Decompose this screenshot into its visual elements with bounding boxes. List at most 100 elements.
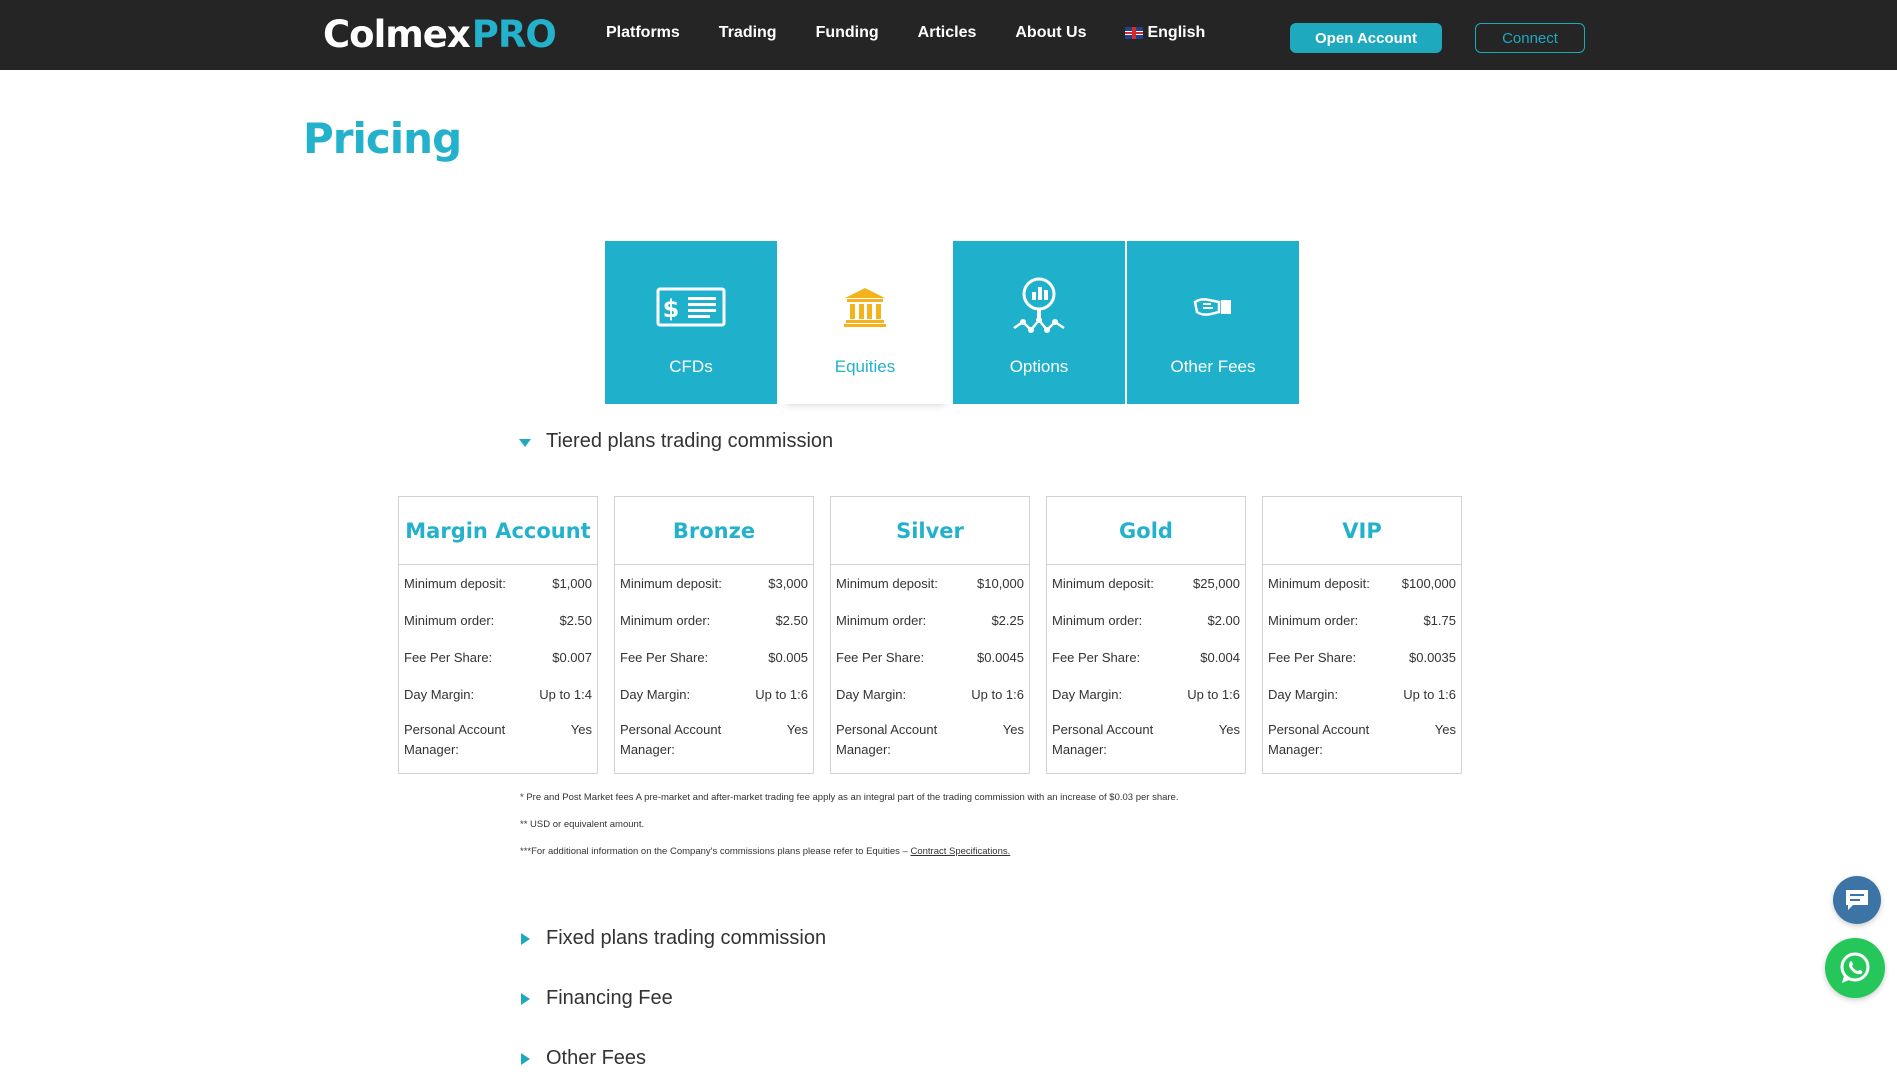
plan-row-personal-account-manager: Personal Account Manager: Yes xyxy=(1052,713,1240,763)
language-label: English xyxy=(1147,24,1206,41)
plan-details: Minimum deposit: $100,000 Minimum order: $1… xyxy=(1263,565,1461,763)
plan-card-silver: Silver Minimum deposit: $10,000 Minimum ord… xyxy=(830,496,1030,774)
row-value: Up to 1:6 xyxy=(755,686,808,702)
row-label: Day Margin: xyxy=(404,686,475,702)
plan-card-gold: Gold Minimum deposit: $25,000 Minimum order… xyxy=(1046,496,1246,774)
row-value: Up to 1:6 xyxy=(1187,686,1240,702)
nav-about-us[interactable]: About Us xyxy=(1015,24,1086,42)
row-label: Minimum order: xyxy=(1052,612,1143,628)
row-value: $1.75 xyxy=(1423,612,1456,628)
row-label: Personal Account Manager: xyxy=(1268,722,1370,757)
plan-row-minimum-deposit: Minimum deposit: $100,000 xyxy=(1268,565,1456,602)
tab-options[interactable]: Options xyxy=(953,241,1125,404)
row-label: Minimum deposit: xyxy=(1052,575,1154,591)
accordion-other-fees[interactable]: Other Fees xyxy=(519,1047,646,1070)
row-label: Personal Account Manager: xyxy=(1052,722,1154,757)
plan-row-day-margin: Day Margin: Up to 1:6 xyxy=(1268,676,1456,713)
nav-trading[interactable]: Trading xyxy=(719,24,777,42)
accordion-financing-fee[interactable]: Financing Fee xyxy=(519,987,673,1010)
row-label: Fee Per Share: xyxy=(836,649,925,665)
plan-row-fee-per-share: Fee Per Share: $0.0035 xyxy=(1268,639,1456,676)
row-label: Personal Account Manager: xyxy=(836,722,938,757)
plan-cards: Margin Account Minimum deposit: $1,000 Mini… xyxy=(398,496,1478,774)
main-nav: Platforms Trading Funding Articles About… xyxy=(606,24,1244,42)
row-label: Day Margin: xyxy=(1268,686,1339,702)
row-value: $0.004 xyxy=(1200,649,1240,665)
whatsapp-button[interactable] xyxy=(1825,938,1885,998)
row-label: Day Margin: xyxy=(620,686,691,702)
nav-funding[interactable]: Funding xyxy=(816,24,879,42)
tab-other-fees[interactable]: Other Fees xyxy=(1127,241,1299,404)
row-value: Yes xyxy=(570,722,592,737)
page-title: Pricing xyxy=(303,114,462,163)
caret-right-icon xyxy=(521,932,530,945)
uk-flag-icon xyxy=(1125,27,1144,39)
row-label: Minimum order: xyxy=(836,612,927,628)
accordion-label: Other Fees xyxy=(546,1047,647,1069)
plan-row-day-margin: Day Margin: Up to 1:6 xyxy=(836,676,1024,713)
plan-row-fee-per-share: Fee Per Share: $0.0045 xyxy=(836,639,1024,676)
plan-details: Minimum deposit: $3,000 Minimum order: $2.5… xyxy=(615,565,813,763)
plan-details: Minimum deposit: $10,000 Minimum order: $2.… xyxy=(831,565,1029,763)
row-label: Minimum deposit: xyxy=(836,575,938,591)
plan-row-personal-account-manager: Personal Account Manager: Yes xyxy=(836,713,1024,763)
plan-row-minimum-deposit: Minimum deposit: $3,000 xyxy=(620,565,808,602)
tab-label: Equities xyxy=(834,357,896,376)
plan-row-fee-per-share: Fee Per Share: $0.004 xyxy=(1052,639,1240,676)
nav-platforms[interactable]: Platforms xyxy=(606,24,680,42)
row-label: Fee Per Share: xyxy=(620,649,709,665)
plan-row-minimum-deposit: Minimum deposit: $1,000 xyxy=(404,565,592,602)
plan-details: Minimum deposit: $25,000 Minimum order: $2.… xyxy=(1047,565,1245,763)
plan-row-day-margin: Day Margin: Up to 1:6 xyxy=(1052,676,1240,713)
whatsapp-icon xyxy=(1840,952,1870,983)
open-account-button[interactable]: Open Account xyxy=(1290,23,1442,53)
row-value: Up to 1:6 xyxy=(1403,686,1456,702)
accordion-label: Tiered plans trading commission xyxy=(546,430,834,452)
footnotes: * Pre and Post Market fees A pre-market … xyxy=(520,792,1178,873)
accordion-tiered-plans[interactable]: Tiered plans trading commission xyxy=(519,430,833,453)
contract-specifications-link[interactable]: Contract Specifications. xyxy=(910,846,1010,857)
accordion-fixed-plans[interactable]: Fixed plans trading commission xyxy=(519,927,826,950)
row-value: Yes xyxy=(1218,722,1240,737)
plan-row-day-margin: Day Margin: Up to 1:6 xyxy=(620,676,808,713)
live-chat-button[interactable] xyxy=(1833,876,1881,924)
row-value: Up to 1:6 xyxy=(971,686,1024,702)
row-value: $0.007 xyxy=(552,649,592,665)
tab-label: CFDs xyxy=(669,357,713,376)
plan-name: VIP xyxy=(1263,497,1461,565)
top-navigation-bar: Colmex PRO Platforms Trading Funding Art… xyxy=(0,0,1897,70)
nav-articles[interactable]: Articles xyxy=(918,24,977,42)
connect-button[interactable]: Connect xyxy=(1475,23,1585,53)
row-label: Minimum order: xyxy=(404,612,495,628)
plan-card-vip: VIP Minimum deposit: $100,000 Minimum order… xyxy=(1262,496,1462,774)
svg-text:$: $ xyxy=(663,295,680,323)
plan-row-day-margin: Day Margin: Up to 1:4 xyxy=(404,676,592,713)
plan-row-minimum-order: Minimum order: $1.75 xyxy=(1268,602,1456,639)
row-label: Day Margin: xyxy=(836,686,907,702)
handshake-icon xyxy=(1193,277,1233,337)
tab-cfds[interactable]: $ CFDs xyxy=(605,241,777,404)
plan-name: Bronze xyxy=(615,497,813,565)
row-label: Personal Account Manager: xyxy=(620,722,722,757)
tab-equities[interactable]: Equities xyxy=(779,241,951,404)
row-value: $2.50 xyxy=(559,612,592,628)
row-value: Yes xyxy=(1002,722,1024,737)
tab-label: Other Fees xyxy=(1170,357,1256,376)
plan-row-minimum-order: Minimum order: $2.50 xyxy=(620,602,808,639)
caret-right-icon xyxy=(521,1052,530,1065)
plan-row-personal-account-manager: Personal Account Manager: Yes xyxy=(1268,713,1456,763)
row-label: Minimum order: xyxy=(620,612,711,628)
nav-language-selector[interactable]: English xyxy=(1125,24,1205,42)
row-value: $25,000 xyxy=(1193,575,1240,591)
colmex-pro-logo[interactable]: Colmex PRO xyxy=(323,13,557,56)
caret-down-icon xyxy=(519,438,531,447)
chat-bubble-icon xyxy=(1846,890,1868,910)
plan-row-minimum-order: Minimum order: $2.25 xyxy=(836,602,1024,639)
footnote-1: * Pre and Post Market fees A pre-market … xyxy=(520,792,1179,803)
plan-name: Silver xyxy=(831,497,1029,565)
plan-row-fee-per-share: Fee Per Share: $0.007 xyxy=(404,639,592,676)
row-label: Personal Account Manager: xyxy=(404,722,506,757)
plan-row-personal-account-manager: Personal Account Manager: Yes xyxy=(404,713,592,763)
plan-name: Margin Account xyxy=(399,497,597,565)
row-value: $0.005 xyxy=(768,649,808,665)
